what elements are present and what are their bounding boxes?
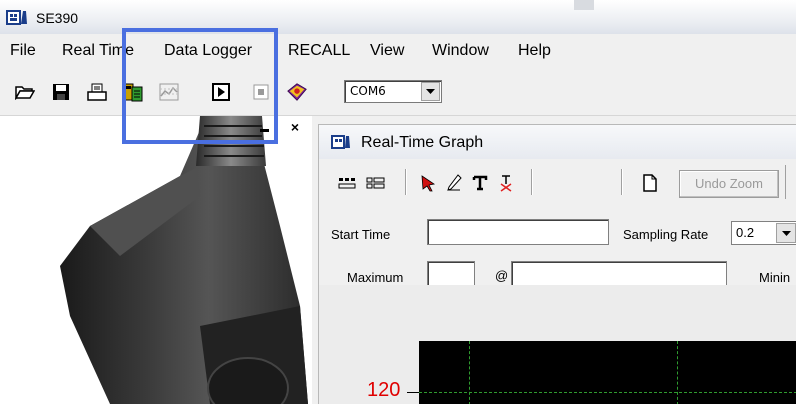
grid-line <box>469 341 470 404</box>
undo-zoom-button[interactable]: Undo Zoom <box>679 170 779 198</box>
stop-icon[interactable] <box>250 81 272 103</box>
sampling-rate-value: 0.2 <box>736 225 755 240</box>
maximum-label: Maximum <box>347 270 404 285</box>
help-book-icon[interactable] <box>286 81 308 103</box>
graph-canvas[interactable] <box>419 341 796 404</box>
pencil-icon[interactable] <box>443 173 465 193</box>
graph-plot-area: 120 <box>319 285 796 404</box>
sound-meter-image <box>60 116 308 404</box>
separator <box>405 169 407 195</box>
title-bar: SE390 <box>0 0 796 34</box>
graph-window-title: Real-Time Graph <box>361 134 484 151</box>
text-tool-icon[interactable] <box>469 173 491 193</box>
y-axis-tick-label: 120 <box>367 379 401 401</box>
menu-help[interactable]: Help <box>518 42 551 60</box>
open-folder-icon[interactable] <box>14 81 36 103</box>
minimum-label: Minin <box>759 270 791 285</box>
graph-window-titlebar: Real-Time Graph <box>319 125 796 159</box>
grid-view-icon[interactable] <box>337 173 359 193</box>
sampling-rate-select[interactable]: 0.2 <box>731 221 796 245</box>
menu-bar: File Real Time Data Logger RECALL View W… <box>0 34 796 66</box>
chevron-down-icon[interactable] <box>421 82 440 101</box>
main-toolbar: COM6 <box>0 66 796 116</box>
sampling-rate-label: Sampling Rate <box>623 227 709 242</box>
grid-line <box>419 392 796 393</box>
com-port-select[interactable]: COM6 <box>344 80 442 103</box>
title-bar-block <box>574 0 594 10</box>
meter-photo <box>0 116 312 404</box>
data-transfer-icon[interactable] <box>122 81 144 103</box>
at-label: @ <box>495 268 509 283</box>
start-time-label: Start Time <box>331 227 391 242</box>
delete-text-icon[interactable] <box>495 173 517 193</box>
app-icon <box>331 135 350 149</box>
minimize-button[interactable] <box>256 119 274 135</box>
close-button[interactable]: × <box>286 119 304 135</box>
separator <box>785 165 787 199</box>
table-view-icon[interactable] <box>365 173 387 193</box>
menu-real-time[interactable]: Real Time <box>62 42 134 60</box>
menu-data-logger[interactable]: Data Logger <box>164 42 252 60</box>
menu-view[interactable]: View <box>370 42 404 60</box>
pointer-icon[interactable] <box>417 173 439 193</box>
separator <box>621 169 623 195</box>
y-axis-tick <box>407 392 419 393</box>
print-icon[interactable] <box>86 81 108 103</box>
start-time-field[interactable] <box>427 219 609 245</box>
chart-icon[interactable] <box>158 81 180 103</box>
separator <box>531 169 533 195</box>
real-time-graph-window: Real-Time Graph Undo Zoom Start Time Sam… <box>318 124 796 404</box>
menu-file[interactable]: File <box>10 42 36 60</box>
app-icon <box>6 10 27 25</box>
window-title: SE390 <box>36 10 79 26</box>
menu-recall[interactable]: RECALL <box>288 42 350 60</box>
save-disk-icon[interactable] <box>50 81 72 103</box>
menu-window[interactable]: Window <box>432 42 489 60</box>
com-port-value: COM6 <box>350 84 386 98</box>
play-icon[interactable] <box>210 81 232 103</box>
chevron-down-icon[interactable] <box>776 223 796 243</box>
grid-line <box>677 341 678 404</box>
new-page-icon[interactable] <box>639 173 661 193</box>
